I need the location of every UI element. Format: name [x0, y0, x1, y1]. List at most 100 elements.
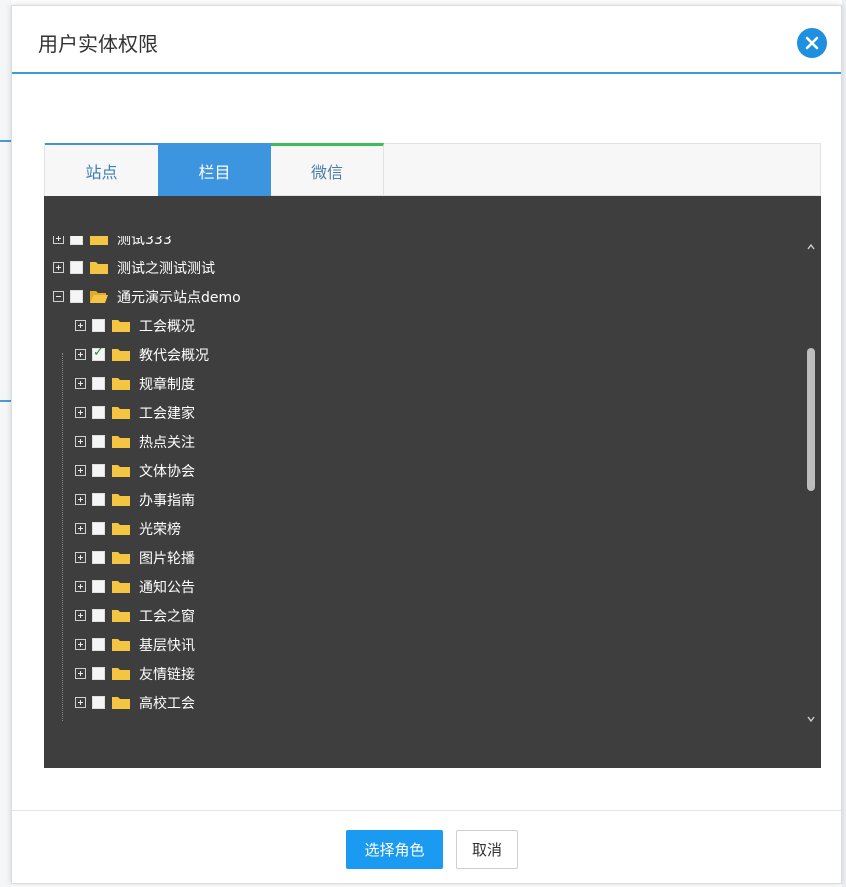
close-button[interactable] [797, 28, 827, 58]
tree-checkbox[interactable] [92, 345, 105, 361]
expand-icon[interactable] [75, 610, 86, 621]
tree-item-label: 工会之窗 [139, 608, 195, 625]
folder-icon [112, 523, 130, 535]
folder-icon [112, 610, 130, 622]
expand-icon[interactable] [75, 552, 86, 563]
tree-row[interactable]: 基层快讯 [75, 630, 195, 659]
tree-row[interactable]: 友情链接 [75, 659, 195, 688]
tree-item-label: 文体协会 [139, 463, 195, 480]
expand-icon[interactable] [53, 236, 64, 244]
tree-item-label: 友情链接 [139, 666, 195, 683]
dialog-header: 用户实体权限 [12, 6, 841, 74]
folder-icon [112, 378, 130, 390]
tree-checkbox[interactable] [92, 464, 105, 477]
tree-checkbox[interactable] [92, 435, 105, 448]
user-entity-permission-dialog: 用户实体权限 站点 栏目 微信 测试333 测试之测试测试通元演示站点demo 工… [11, 5, 842, 884]
expand-icon[interactable] [75, 523, 86, 534]
tree-checkbox[interactable] [92, 522, 105, 535]
folder-icon [112, 581, 130, 593]
tab-wechat[interactable]: 微信 [271, 143, 384, 196]
tree-item-label: 通元演示站点demo [117, 289, 241, 306]
cancel-button[interactable]: 取消 [456, 830, 518, 869]
tree-item-label: 通知公告 [139, 579, 195, 596]
expand-icon[interactable] [75, 639, 86, 650]
tree-checkbox[interactable] [92, 696, 105, 709]
tree-item-label: 办事指南 [139, 492, 195, 509]
expand-icon[interactable] [75, 436, 86, 447]
folder-icon [112, 552, 130, 564]
expand-icon[interactable] [53, 262, 64, 273]
tree-row[interactable]: 工会概况 [75, 311, 195, 340]
tree-checkbox[interactable] [92, 551, 105, 564]
tab-column[interactable]: 栏目 [158, 143, 271, 196]
tree-row[interactable]: 测试之测试测试 [53, 253, 215, 282]
tree-item-label: 基层快讯 [139, 637, 195, 654]
close-icon [805, 36, 819, 50]
tree-checkbox[interactable] [92, 406, 105, 419]
tab-bar: 站点 栏目 微信 [44, 143, 821, 196]
folder-icon [112, 668, 130, 680]
tree-row-clipped[interactable]: 测试站点 [53, 717, 173, 722]
tree-item-label: 热点关注 [139, 434, 195, 451]
tree-scrollbar[interactable] [805, 242, 817, 726]
tree-item-label: 图片轮播 [139, 550, 195, 567]
tree-row[interactable]: 教代会概况 [75, 340, 209, 369]
expand-icon[interactable] [75, 668, 86, 679]
expand-icon[interactable] [75, 581, 86, 592]
expand-icon[interactable] [75, 320, 86, 331]
folder-icon [112, 494, 130, 506]
expand-icon[interactable] [75, 349, 86, 360]
background-page-edge-right [842, 0, 846, 887]
tree-row[interactable]: 工会建家 [75, 398, 195, 427]
footer-divider [12, 810, 841, 811]
folder-icon [112, 349, 130, 361]
tree-guide-line [62, 353, 63, 722]
tree-checkbox[interactable] [70, 236, 83, 245]
scroll-thumb[interactable] [807, 348, 815, 491]
tree-row-clipped[interactable]: 测试333 [53, 236, 172, 253]
tree-checkbox[interactable] [92, 638, 105, 651]
folder-icon [90, 262, 108, 274]
tree-row[interactable]: 文体协会 [75, 456, 195, 485]
tree-item-label: 测试之测试测试 [117, 260, 215, 277]
tree-item-label: 教代会概况 [139, 347, 209, 364]
tree-item-label: 规章制度 [139, 376, 195, 393]
expand-icon[interactable] [75, 378, 86, 389]
folder-icon [90, 236, 108, 245]
tree-item-label: 工会建家 [139, 405, 195, 422]
tree-checkbox[interactable] [92, 493, 105, 506]
tree-row[interactable]: 规章制度 [75, 369, 195, 398]
tree-checkbox[interactable] [92, 580, 105, 593]
collapse-icon[interactable] [53, 291, 64, 302]
tree-row[interactable]: 光荣榜 [75, 514, 181, 543]
tree-row[interactable]: 通知公告 [75, 572, 195, 601]
tree-checkbox[interactable] [92, 319, 105, 332]
background-marker [0, 140, 11, 142]
column-tree: 测试333 测试之测试测试通元演示站点demo 工会概况教代会概况规章制度工会建家… [44, 236, 804, 722]
tree-item-label: 工会概况 [139, 318, 195, 335]
tree-row[interactable]: 高校工会 [75, 688, 195, 717]
scroll-up-icon[interactable] [806, 242, 816, 252]
tree-checkbox[interactable] [92, 609, 105, 622]
tree-row[interactable]: 图片轮播 [75, 543, 195, 572]
scroll-down-icon[interactable] [806, 714, 816, 724]
tree-checkbox[interactable] [92, 377, 105, 390]
tree-item-label: 光荣榜 [139, 521, 181, 538]
expand-icon[interactable] [75, 407, 86, 418]
tree-row[interactable]: 工会之窗 [75, 601, 195, 630]
background-page-edge [0, 0, 11, 887]
select-role-button[interactable]: 选择角色 [346, 830, 443, 869]
tree-item-label: 测试站点 [117, 722, 173, 723]
tab-site[interactable]: 站点 [45, 143, 158, 196]
tree-row[interactable]: 办事指南 [75, 485, 195, 514]
folder-icon [112, 639, 130, 651]
tree-checkbox[interactable] [92, 667, 105, 680]
tree-checkbox[interactable] [70, 261, 83, 274]
expand-icon[interactable] [75, 465, 86, 476]
tree-row[interactable]: 热点关注 [75, 427, 195, 456]
tree-checkbox[interactable] [70, 290, 83, 303]
expand-icon[interactable] [75, 697, 86, 708]
dialog-title: 用户实体权限 [38, 32, 158, 56]
expand-icon[interactable] [75, 494, 86, 505]
tree-row[interactable]: 通元演示站点demo [53, 282, 241, 311]
